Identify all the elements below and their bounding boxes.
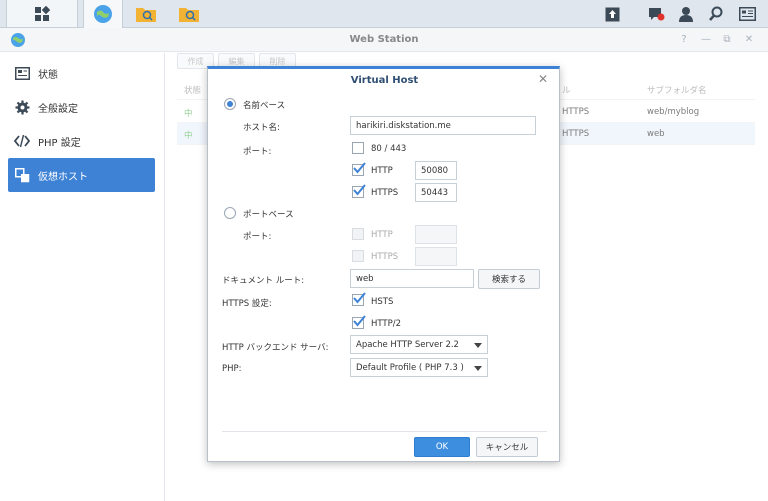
port-based-http-checkbox[interactable] (352, 228, 364, 240)
https-settings-label: HTTPS 設定: (222, 299, 272, 309)
file-station-taskbar-button-2[interactable] (169, 0, 209, 28)
http2-label: HTTP/2 (371, 319, 402, 329)
backend-select[interactable]: Apache HTTP Server 2.2 (350, 335, 488, 354)
port-label: ポート: (243, 147, 272, 157)
port-based-radio[interactable] (224, 207, 236, 219)
sidebar-item-label: 状態 (38, 69, 58, 81)
status-icon (14, 65, 30, 81)
http-label-2: HTTP (371, 230, 393, 240)
port-label-2: ポート: (243, 232, 272, 242)
minimize-icon[interactable]: — (700, 34, 712, 46)
widgets-icon[interactable] (738, 5, 756, 23)
browse-button[interactable]: 検索する (478, 269, 540, 289)
upload-icon[interactable] (603, 5, 621, 23)
file-station-taskbar-button[interactable] (126, 0, 166, 28)
checkmark-icon (353, 162, 366, 174)
name-based-radio[interactable] (224, 98, 236, 110)
php-select[interactable]: Default Profile ( PHP 7.3 ) (350, 358, 488, 377)
hostname-input[interactable]: harikiri.diskstation.me (350, 116, 536, 135)
checkmark-icon (353, 292, 366, 304)
https-label-2: HTTPS (371, 252, 399, 262)
virtual-host-icon (14, 167, 30, 183)
sidebar-item-label: 全般設定 (38, 103, 78, 115)
http-port-input[interactable]: 50080 (415, 161, 457, 180)
php-label: PHP: (222, 364, 242, 374)
port-based-https-checkbox[interactable] (352, 250, 364, 262)
notification-icon[interactable] (647, 5, 665, 23)
sidebar: 状態 全般設定 PHP 設定 仮想ホスト (0, 53, 165, 501)
backend-label: HTTP バックエンド サーバ: (222, 343, 329, 353)
hsts-label: HSTS (371, 297, 394, 307)
name-based-label: 名前ベース (243, 101, 286, 111)
user-icon[interactable] (677, 5, 695, 23)
virtual-host-dialog: Virtual Host ✕ 名前ベース ホスト名: harikiri.disk… (207, 66, 560, 462)
folder-search-icon (179, 8, 199, 22)
dialog-title: Virtual Host (350, 75, 419, 86)
web-station-taskbar-button[interactable] (83, 0, 123, 28)
sidebar-item-general-settings[interactable]: 全般設定 (8, 90, 155, 124)
port-based-https-input[interactable] (415, 247, 457, 266)
gear-icon (14, 99, 30, 115)
checkmark-icon (353, 184, 366, 196)
close-icon[interactable]: ✕ (537, 73, 549, 85)
default-port-checkbox[interactable] (352, 142, 364, 154)
sidebar-item-virtual-host[interactable]: 仮想ホスト (8, 158, 155, 192)
ok-button[interactable]: OK (414, 437, 470, 457)
globe-icon (94, 5, 112, 23)
help-icon[interactable]: ? (678, 34, 690, 46)
default-port-label: 80 / 443 (371, 144, 407, 154)
footer-divider (222, 431, 547, 432)
window-title: Web Station (349, 34, 419, 45)
https-label: HTTPS (371, 188, 399, 198)
search-icon[interactable] (707, 5, 725, 23)
chevron-down-icon (474, 366, 482, 371)
sidebar-item-label: PHP 設定 (38, 137, 81, 149)
port-based-http-input[interactable] (415, 225, 457, 244)
sidebar-item-label: 仮想ホスト (38, 171, 88, 183)
docroot-label: ドキュメント ルート: (222, 276, 305, 286)
main-menu-button[interactable] (6, 0, 78, 28)
taskbar (0, 0, 768, 28)
hostname-label: ホスト名: (243, 123, 280, 133)
code-icon (14, 133, 30, 149)
http-label: HTTP (371, 166, 393, 176)
main-menu-icon (35, 5, 50, 21)
checkmark-icon (353, 315, 366, 327)
backend-select-value: Apache HTTP Server 2.2 (356, 340, 459, 350)
php-select-value: Default Profile ( PHP 7.3 ) (356, 363, 464, 373)
cancel-button[interactable]: キャンセル (476, 437, 538, 457)
maximize-icon[interactable]: ⧉ (721, 34, 733, 46)
port-based-label: ポートベース (243, 210, 294, 220)
chevron-down-icon (474, 343, 482, 348)
window-titlebar[interactable]: Web Station ? — ⧉ ✕ (0, 28, 768, 52)
sidebar-item-php-settings[interactable]: PHP 設定 (8, 124, 155, 158)
folder-search-icon (136, 8, 156, 22)
docroot-input[interactable]: web (350, 269, 474, 288)
close-icon[interactable]: ✕ (743, 34, 755, 46)
https-port-input[interactable]: 50443 (415, 183, 457, 202)
sidebar-item-status[interactable]: 状態 (8, 56, 155, 90)
